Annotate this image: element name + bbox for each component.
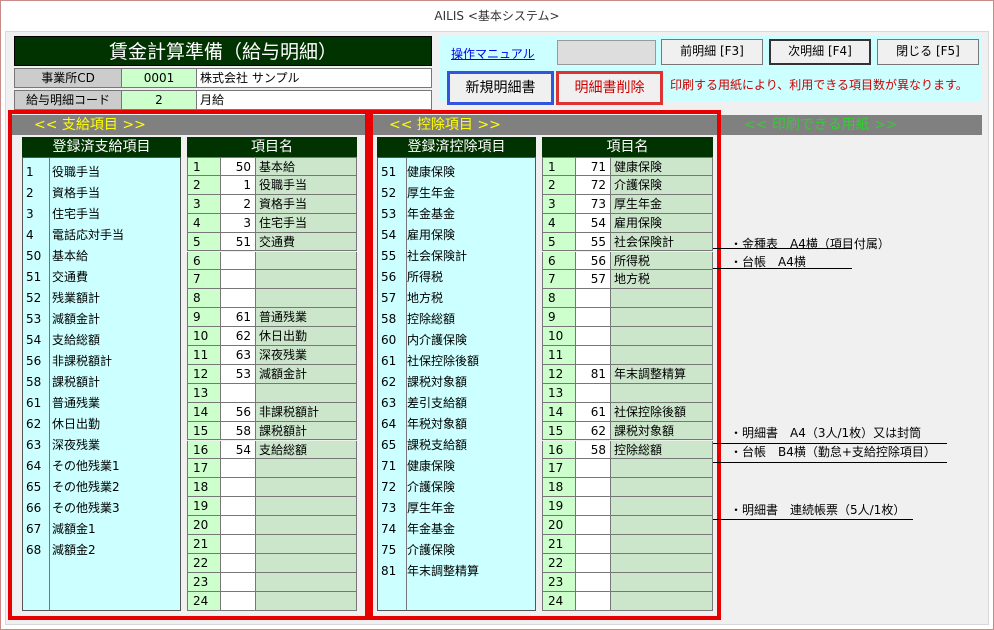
deduction-highlight-frame: [369, 110, 721, 620]
paper-notice: 印刷する用紙により、利用できる項目数が異なります。: [670, 78, 968, 92]
payslip-name: 月給: [196, 90, 432, 110]
manual-link[interactable]: 操作マニュアル: [451, 45, 535, 62]
payslip-code-value: 2: [121, 90, 197, 110]
blank-field: [557, 40, 656, 65]
toolbar-panel: 操作マニュアル 前明細 [F3] 次明細 [F4] 閉じる [F5] 新規明細書…: [439, 36, 982, 105]
company-name: 株式会社 サンプル: [196, 68, 432, 88]
payment-highlight-frame: [8, 110, 369, 620]
paper-text: ・金種表 A4横（項目付属）: [730, 237, 890, 251]
paper-bracket-line: [713, 462, 947, 463]
new-payslip-button[interactable]: 新規明細書: [447, 71, 554, 105]
payslip-code-label: 給与明細コード: [14, 90, 122, 110]
prev-payslip-button[interactable]: 前明細 [F3]: [661, 39, 763, 65]
window-title: AILIS <基本システム>: [1, 1, 993, 31]
app-window: AILIS <基本システム> 賃金計算準備（給与明細） 事業所CD 0001 株…: [0, 0, 994, 630]
close-button[interactable]: 閉じる [F5]: [877, 39, 979, 65]
paper-text: ・台帳 B4横（勤怠+支給控除項目）: [730, 445, 936, 459]
paper-text: ・明細書 連続帳票（5人/1枚）: [730, 503, 906, 517]
next-payslip-button[interactable]: 次明細 [F4]: [769, 39, 871, 65]
office-code-label: 事業所CD: [14, 68, 122, 88]
paper-bracket-line: [713, 268, 852, 269]
paper-bracket-line: [713, 519, 913, 520]
paper-section-bar: << 印刷できる用紙 >>: [720, 115, 982, 135]
page-title: 賃金計算準備（給与明細）: [14, 36, 432, 66]
main-client-area: 賃金計算準備（給与明細） 事業所CD 0001 株式会社 サンプル 給与明細コー…: [5, 31, 989, 625]
office-code-value: 0001: [121, 68, 197, 88]
delete-payslip-button[interactable]: 明細書削除: [556, 71, 663, 105]
paper-text: ・明細書 A4（3人/1枚）又は封筒: [730, 426, 922, 440]
